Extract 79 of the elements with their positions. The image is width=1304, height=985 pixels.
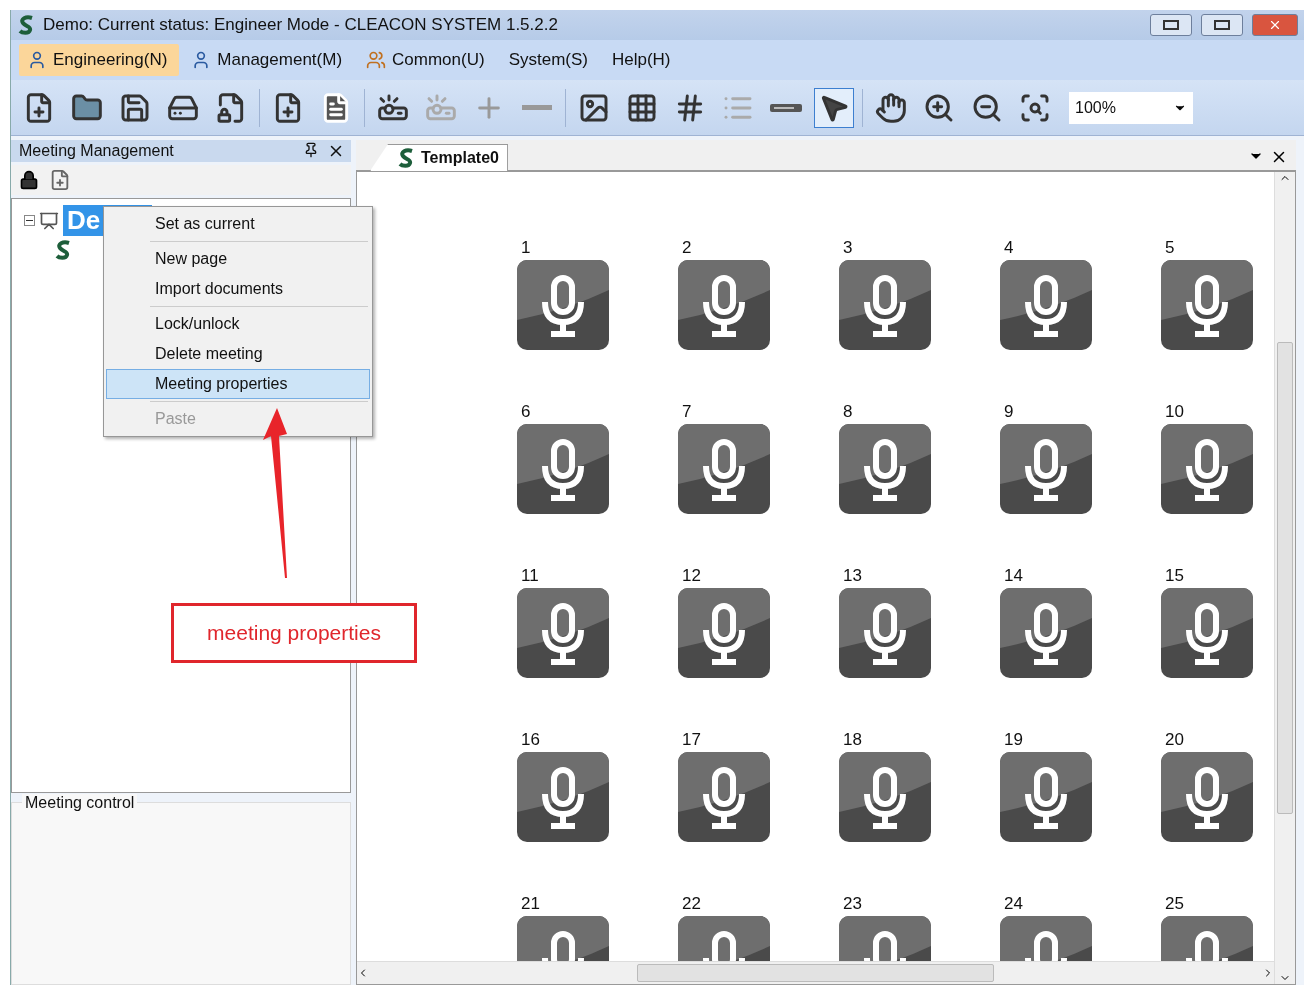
device-icon bbox=[770, 103, 802, 112]
seat-number: 8 bbox=[842, 402, 854, 422]
document-tab[interactable]: Template0 bbox=[370, 144, 508, 171]
microphone-tile[interactable] bbox=[517, 752, 609, 842]
vertical-scrollbar[interactable] bbox=[1274, 172, 1295, 984]
microphone-tile[interactable] bbox=[678, 424, 770, 514]
seat-number: 13 bbox=[842, 566, 863, 586]
pin-icon[interactable] bbox=[303, 142, 319, 158]
seat-number: 9 bbox=[1003, 402, 1015, 422]
seat-number: 5 bbox=[1164, 238, 1176, 258]
menu-item[interactable]: System(S) bbox=[500, 44, 600, 76]
minus-icon bbox=[26, 220, 33, 221]
seat-number: 19 bbox=[1003, 730, 1024, 750]
seat-number: 21 bbox=[520, 894, 541, 914]
panel-title: Meeting Management bbox=[19, 142, 174, 160]
menu-item[interactable]: Management(M) bbox=[183, 44, 355, 76]
microphone-tile[interactable] bbox=[839, 588, 931, 678]
context-menu-item[interactable]: Import documents bbox=[106, 274, 370, 304]
seat-number: 12 bbox=[681, 566, 702, 586]
hand-icon bbox=[875, 91, 907, 124]
new-document-icon[interactable] bbox=[49, 169, 71, 191]
context-menu-item[interactable]: Lock/unlock bbox=[106, 309, 370, 339]
seat-number: 10 bbox=[1164, 402, 1185, 422]
horizontal-scrollbar[interactable] bbox=[357, 961, 1274, 984]
seat-number: 11 bbox=[520, 566, 540, 586]
microphone-tile[interactable] bbox=[517, 588, 609, 678]
toolbar-button[interactable] bbox=[814, 87, 854, 128]
seat-number: 1 bbox=[520, 238, 532, 258]
minimize-button[interactable] bbox=[1150, 14, 1192, 36]
seat-number: 22 bbox=[681, 894, 702, 914]
microphone-tile[interactable] bbox=[517, 424, 609, 514]
microphone-tile[interactable] bbox=[678, 260, 770, 350]
microphone-tile[interactable] bbox=[517, 260, 609, 350]
seat-number: 16 bbox=[520, 730, 541, 750]
seat-number: 3 bbox=[842, 238, 854, 258]
minus-icon bbox=[522, 105, 552, 110]
menu-item[interactable]: Help(H) bbox=[603, 44, 683, 76]
microphone-tile[interactable] bbox=[1161, 752, 1253, 842]
microphone-tile[interactable] bbox=[1000, 260, 1092, 350]
microphone-tile[interactable] bbox=[839, 752, 931, 842]
seat-number: 17 bbox=[681, 730, 702, 750]
presentation-icon bbox=[39, 210, 59, 231]
maximize-button[interactable] bbox=[1201, 14, 1243, 36]
context-menu-item[interactable]: Set as current bbox=[106, 209, 370, 239]
microphone-tile[interactable] bbox=[839, 424, 931, 514]
microphone-tile[interactable] bbox=[1000, 424, 1092, 514]
microphone-tile[interactable] bbox=[678, 588, 770, 678]
seat-number: 20 bbox=[1164, 730, 1185, 750]
context-menu-item[interactable]: Meeting properties bbox=[106, 369, 370, 399]
microphone-tile[interactable] bbox=[1000, 588, 1092, 678]
seat-number: 2 bbox=[681, 238, 693, 258]
microphone-tile[interactable] bbox=[839, 260, 931, 350]
seat-number: 25 bbox=[1164, 894, 1185, 914]
seat-number: 7 bbox=[681, 402, 693, 422]
menu-item[interactable]: Common(U) bbox=[358, 44, 497, 76]
zoom-dropdown[interactable]: 100% bbox=[1069, 91, 1193, 124]
seat-number: 14 bbox=[1003, 566, 1024, 586]
window-title: Demo: Current status: Engineer Mode - CLEACON SYSTEM 1.5.2.2 bbox=[43, 15, 559, 35]
seat-number: 24 bbox=[1003, 894, 1024, 914]
context-menu-item[interactable]: New page bbox=[106, 244, 370, 274]
seat-number: 15 bbox=[1164, 566, 1185, 586]
seat-number: 18 bbox=[842, 730, 863, 750]
seat-number: 6 bbox=[520, 402, 532, 422]
users-icon bbox=[366, 50, 387, 70]
microphone-tile[interactable] bbox=[1161, 424, 1253, 514]
collapse-toggle[interactable] bbox=[24, 215, 35, 226]
menu-item[interactable]: Engineering(N) bbox=[19, 44, 180, 76]
seat-number: 23 bbox=[842, 894, 863, 914]
annotation-callout: meeting properties bbox=[171, 603, 417, 663]
microphone-tile[interactable] bbox=[1161, 260, 1253, 350]
group-title: Meeting control bbox=[22, 794, 138, 812]
microphone-tile[interactable] bbox=[678, 752, 770, 842]
microphone-tile[interactable] bbox=[1000, 752, 1092, 842]
lock-icon[interactable] bbox=[19, 170, 39, 190]
microphone-tile[interactable] bbox=[1161, 588, 1253, 678]
user-icon bbox=[27, 50, 47, 70]
seat-number: 4 bbox=[1003, 238, 1015, 258]
close-icon bbox=[1268, 18, 1282, 32]
context-menu-item[interactable]: Delete meeting bbox=[106, 339, 370, 369]
